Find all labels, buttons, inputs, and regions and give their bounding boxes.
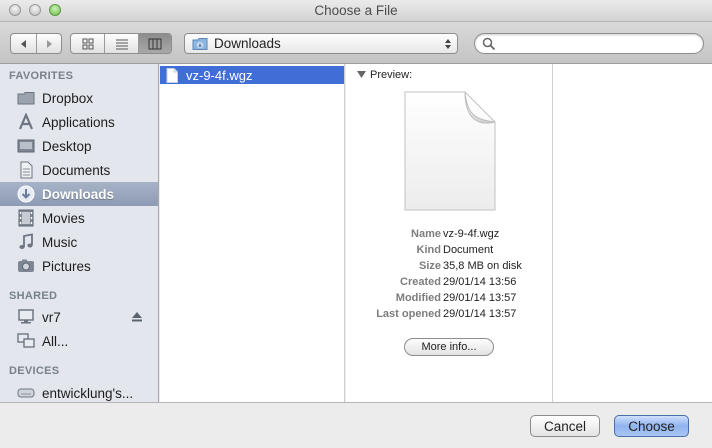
- documents-icon: [17, 161, 35, 179]
- network-icon: [17, 332, 35, 350]
- sidebar: FAVORITES Dropbox Applications Desktop D…: [0, 64, 159, 402]
- applications-icon: [17, 113, 35, 131]
- sidebar-item-downloads[interactable]: Downloads: [0, 182, 158, 206]
- sidebar-item-all[interactable]: All...: [0, 329, 158, 353]
- disk-icon: [17, 384, 35, 402]
- search-icon: [482, 37, 496, 51]
- dropbox-icon: [17, 89, 35, 107]
- choose-button[interactable]: Choose: [614, 415, 689, 437]
- back-arrow-icon: [20, 39, 26, 48]
- sidebar-item-music[interactable]: Music: [0, 230, 158, 254]
- empty-column: [553, 64, 712, 402]
- movies-icon: [17, 209, 35, 227]
- music-icon: [17, 233, 35, 251]
- search-input[interactable]: [499, 36, 699, 52]
- document-icon: [166, 67, 178, 83]
- sidebar-item-dropbox[interactable]: Dropbox: [0, 86, 158, 110]
- preview-header[interactable]: Preview:: [357, 69, 412, 81]
- sidebar-item-documents[interactable]: Documents: [0, 158, 158, 182]
- location-popup[interactable]: Downloads: [184, 33, 458, 54]
- back-forward-control: [10, 33, 62, 54]
- devices-header: DEVICES: [9, 365, 60, 377]
- view-mode-control: [70, 33, 172, 54]
- title-bar: Choose a File: [0, 0, 712, 22]
- search-field[interactable]: [474, 33, 704, 54]
- desktop-icon: [17, 137, 35, 155]
- icon-view-button[interactable]: [71, 34, 105, 53]
- cancel-button[interactable]: Cancel: [530, 415, 600, 437]
- forward-arrow-icon: [47, 39, 52, 48]
- forward-button[interactable]: [37, 34, 61, 53]
- list-view-button[interactable]: [105, 34, 139, 53]
- file-name: vz-9-4f.wgz: [186, 67, 253, 83]
- sidebar-item-movies[interactable]: Movies: [0, 206, 158, 230]
- sidebar-item-entwicklung[interactable]: entwicklung's...: [0, 381, 158, 402]
- preview-pane: Preview: Name vz-9-4f.wgz Kind Document …: [346, 64, 553, 402]
- document-preview-icon: [404, 91, 496, 211]
- column-view-icon: [148, 38, 162, 49]
- bottom-bar: Cancel Choose: [0, 402, 712, 448]
- window-title: Choose a File: [314, 3, 398, 18]
- shared-header: SHARED: [9, 290, 58, 302]
- sidebar-item-vr7[interactable]: vr7: [0, 305, 158, 329]
- list-view-icon: [115, 39, 128, 49]
- sidebar-item-desktop[interactable]: Desktop: [0, 134, 158, 158]
- icon-view-icon: [82, 38, 93, 49]
- sidebar-item-pictures[interactable]: Pictures: [0, 254, 158, 278]
- more-info-button[interactable]: More info...: [404, 338, 494, 356]
- back-button[interactable]: [11, 34, 37, 53]
- pictures-icon: [17, 257, 35, 275]
- sidebar-item-applications[interactable]: Applications: [0, 110, 158, 134]
- downloads-folder-icon: [192, 38, 208, 50]
- favorites-header: FAVORITES: [9, 70, 74, 82]
- downloads-icon: [17, 185, 35, 203]
- column-view-button[interactable]: [139, 34, 171, 53]
- popup-chevrons-icon: [445, 39, 451, 49]
- eject-icon[interactable]: [131, 311, 143, 323]
- location-label: Downloads: [214, 36, 281, 51]
- file-row[interactable]: vz-9-4f.wgz: [160, 66, 344, 84]
- computer-icon: [17, 308, 35, 326]
- file-column: vz-9-4f.wgz: [160, 64, 345, 402]
- disclosure-triangle-icon: [357, 71, 366, 78]
